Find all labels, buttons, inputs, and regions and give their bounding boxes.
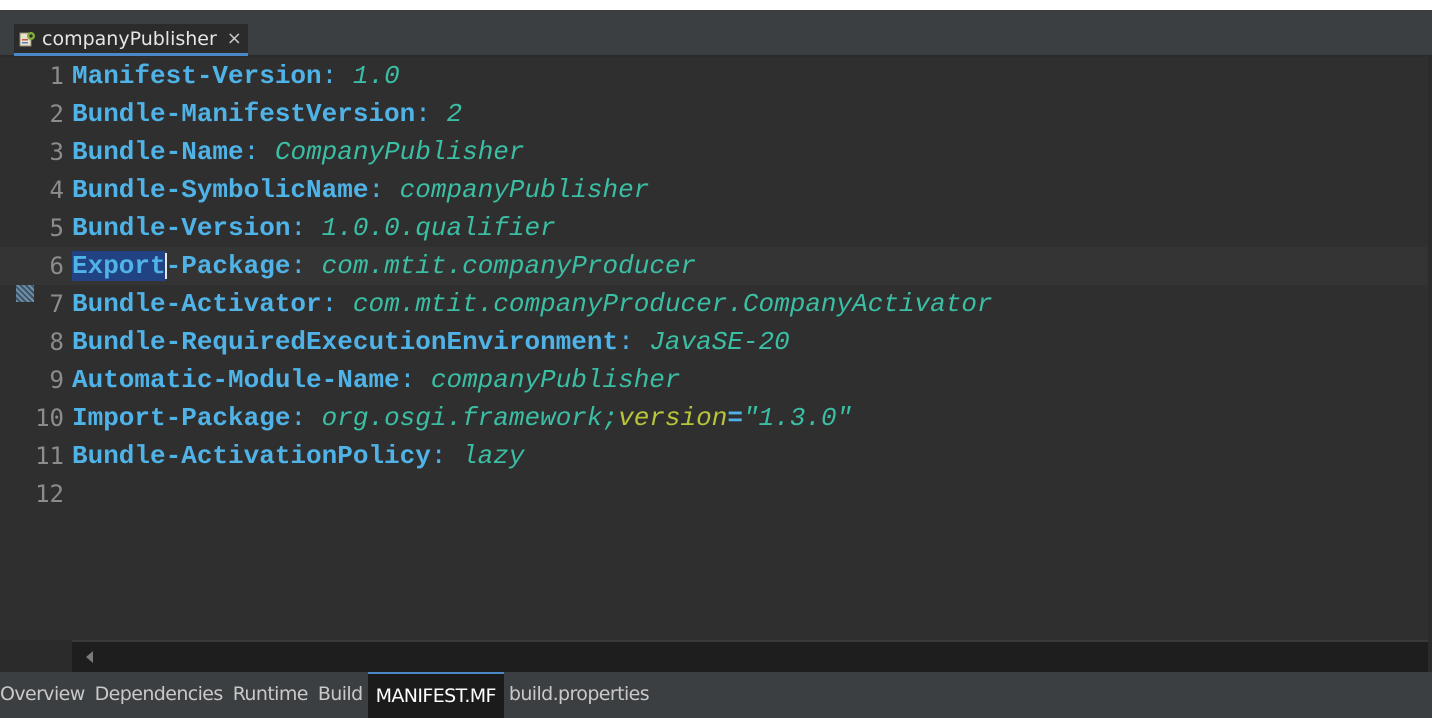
code-line: 2 Bundle-ManifestVersion: 2 — [0, 95, 1428, 133]
manifest-attribute: version — [618, 403, 728, 433]
close-icon[interactable]: × — [227, 28, 242, 49]
manifest-key: Bundle-Version — [72, 213, 291, 243]
manifest-key: Bundle-Activator — [72, 289, 322, 319]
tab-manifest-mf[interactable]: MANIFEST.MF — [367, 672, 504, 718]
tab-build[interactable]: Build — [313, 672, 368, 718]
line-number: 9 — [49, 366, 64, 394]
manifest-value: com.mtit.companyProducer.CompanyActivato… — [352, 289, 993, 319]
manifest-value: 1.0.0.qualifier — [321, 213, 556, 243]
line-number: 11 — [35, 442, 64, 470]
manifest-value: lazy — [462, 441, 525, 471]
selected-text[interactable]: Export — [72, 251, 166, 281]
code-line: 4 Bundle-SymbolicName: companyPublisher — [0, 171, 1428, 209]
key-separator: : — [290, 403, 322, 433]
editor-tab-bar: companyPublisher × — [0, 10, 1432, 56]
manifest-value: CompanyPublisher — [274, 137, 525, 167]
code-line: 7 Bundle-Activator: com.mtit.companyProd… — [0, 285, 1428, 323]
tab-runtime[interactable]: Runtime — [228, 672, 313, 718]
line-number: 8 — [49, 328, 64, 356]
code-line: 1 Manifest-Version: 1.0 — [0, 57, 1428, 95]
manifest-value: 2 — [446, 99, 463, 129]
tab-dependencies[interactable]: Dependencies — [90, 672, 228, 718]
manifest-value: 1.0 — [352, 61, 400, 91]
code-line: 12 — [0, 475, 1428, 513]
manifest-value: org.osgi.framework; — [321, 403, 619, 433]
line-number: 12 — [35, 480, 64, 508]
line-number: 1 — [49, 62, 64, 90]
manifest-key: Import-Package — [72, 403, 291, 433]
key-separator: : — [430, 441, 463, 471]
manifest-value: companyPublisher — [430, 365, 681, 395]
horizontal-scrollbar[interactable] — [72, 640, 1428, 672]
key-separator: : — [618, 327, 650, 357]
line-number: 6 — [49, 252, 64, 280]
code-line: 9 Automatic-Module-Name: companyPublishe… — [0, 361, 1428, 399]
manifest-value: com.mtit.companyProducer — [321, 251, 697, 281]
manifest-key: Bundle-SymbolicName — [72, 175, 369, 205]
manifest-key: Automatic-Module-Name — [72, 365, 400, 395]
attribute-value: "1.3.0" — [742, 403, 853, 433]
line-number: 5 — [49, 214, 64, 242]
line-number: 3 — [49, 138, 64, 166]
key-separator: : — [290, 213, 322, 243]
scroll-left-arrow-icon[interactable] — [86, 651, 93, 663]
editor-tab-companypublisher[interactable]: companyPublisher × — [14, 24, 248, 56]
current-code-line: 6 Export-Package: com.mtit.companyProduc… — [0, 247, 1428, 285]
key-separator: : — [290, 251, 322, 281]
editor-page-tabs: Overview Dependencies Runtime Build MANI… — [0, 672, 1432, 718]
key-separator: : — [321, 61, 353, 91]
plugin-manifest-icon — [18, 30, 36, 48]
manifest-key: Manifest-Version — [72, 61, 322, 91]
code-line: 3 Bundle-Name: CompanyPublisher — [0, 133, 1428, 171]
window-top-border — [0, 0, 1432, 10]
line-number: 10 — [35, 404, 64, 432]
code-line: 8 Bundle-RequiredExecutionEnvironment: J… — [0, 323, 1428, 361]
tab-overview[interactable]: Overview — [0, 672, 90, 718]
key-separator: : — [415, 99, 447, 129]
attribute-equals: = — [727, 403, 743, 433]
line-number: 4 — [49, 176, 64, 204]
manifest-key: Bundle-Name — [72, 137, 244, 167]
manifest-key: Bundle-ManifestVersion — [72, 99, 416, 129]
manifest-source-editor[interactable]: 1 Manifest-Version: 1.0 2 Bundle-Manifes… — [0, 57, 1428, 640]
code-line: 10 Import-Package: org.osgi.framework;ve… — [0, 399, 1428, 437]
line-number: 7 — [49, 290, 64, 318]
code-line: 5 Bundle-Version: 1.0.0.qualifier — [0, 209, 1428, 247]
manifest-key: -Package — [165, 251, 291, 281]
manifest-value: companyPublisher — [399, 175, 650, 205]
editor-tab-title: companyPublisher — [42, 27, 217, 50]
tab-build-properties[interactable]: build.properties — [504, 672, 654, 718]
key-separator: : — [321, 289, 353, 319]
line-number: 2 — [49, 100, 64, 128]
key-separator: : — [399, 365, 431, 395]
key-separator: : — [243, 137, 275, 167]
manifest-key: Bundle-ActivationPolicy — [72, 441, 431, 471]
code-line: 11 Bundle-ActivationPolicy: lazy — [0, 437, 1428, 475]
key-separator: : — [368, 175, 400, 205]
manifest-value: JavaSE-20 — [649, 327, 790, 357]
manifest-key: Bundle-RequiredExecutionEnvironment — [72, 327, 619, 357]
